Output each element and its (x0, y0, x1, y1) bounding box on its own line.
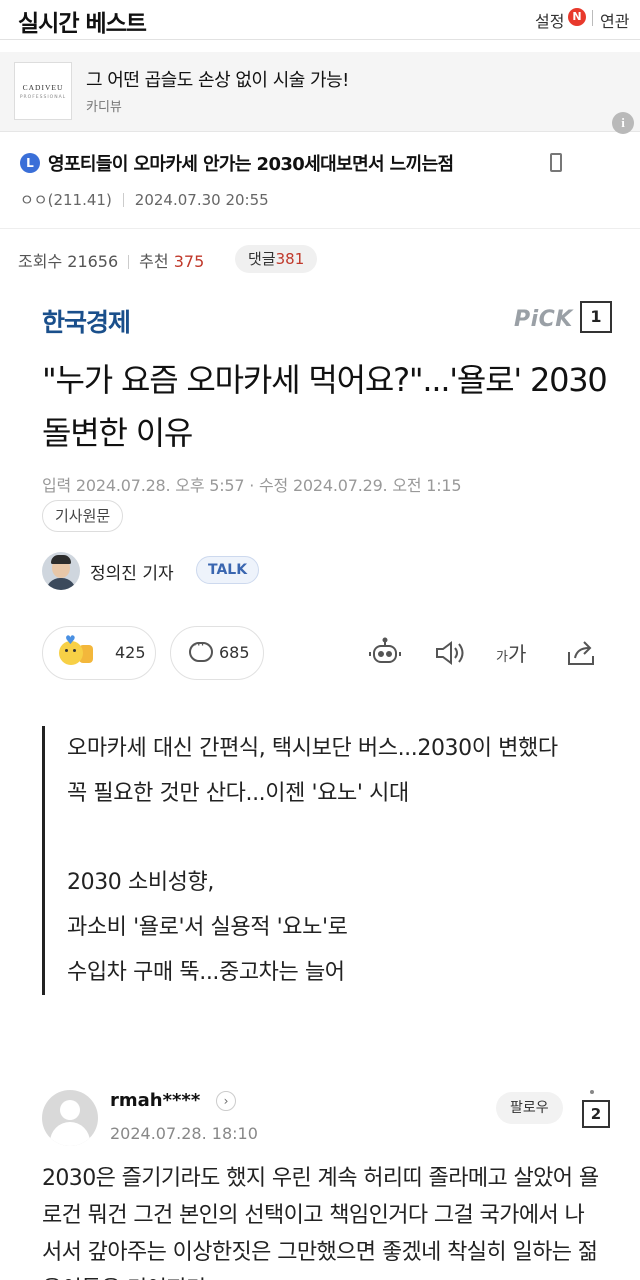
speech-bubble-icon (189, 638, 213, 662)
share-icon[interactable] (564, 636, 598, 670)
chevron-right-icon[interactable]: › (216, 1091, 236, 1111)
article-summary: 오마카세 대신 간편식, 택시보단 버스...2030이 변했다 꼭 필요한 것… (42, 726, 602, 995)
avatar-head (60, 1100, 80, 1120)
divider (122, 193, 124, 207)
article-comment-button[interactable]: 685 (170, 626, 264, 680)
reaction-count: 425 (115, 643, 146, 662)
ad-logo-text: CADIVEU (22, 83, 64, 92)
article-date: 입력 2024.07.28. 오후 5:57 · 수정 2024.07.29. … (42, 476, 462, 495)
post-meta: ㅇㅇ(211.41) 2024.07.30 20:55 (20, 189, 269, 210)
reporter-avatar[interactable] (42, 552, 80, 590)
avatar[interactable] (42, 1090, 98, 1146)
post-title: 영포티들이 오마카세 안가는 2030세대보면서 느끼는점 (48, 154, 454, 175)
avatar-body (50, 1122, 90, 1146)
font-size-button[interactable]: 가가 (496, 638, 530, 672)
comments-count: 381 (275, 250, 305, 268)
comments-button[interactable]: 댓글381 (235, 245, 318, 273)
top-bar: 실시간 베스트 설정 N 연관 (0, 0, 640, 40)
views-count: 21656 (67, 252, 119, 271)
ad-brand: 카디뷰 (86, 100, 122, 115)
divider (0, 228, 640, 229)
summary-line: 꼭 필요한 것만 산다...이젠 '요노' 시대 (67, 781, 409, 806)
post-stats: 조회수 21656 추천 375 (18, 248, 204, 272)
ad-headline[interactable]: 그 어떤 곱슬도 손상 없이 시술 가능! (86, 66, 349, 92)
robot-summary-icon[interactable] (368, 636, 402, 670)
avatar-suit (46, 578, 76, 590)
image-number-box: 2 (582, 1100, 610, 1128)
article-title: "누가 요즘 오마카세 먹어요?"...'욜로' 2030 돌변한 이유 (42, 361, 608, 452)
summary-gap (67, 816, 602, 860)
post-author[interactable]: ㅇㅇ(211.41) (20, 191, 112, 209)
ad-banner[interactable]: CADIVEU PROFESSIONAL 그 어떤 곱슬도 손상 없이 시술 가… (0, 52, 640, 134)
divider (592, 10, 593, 26)
summary-line: 오마카세 대신 간편식, 택시보단 버스...2030이 변했다 (67, 736, 558, 761)
recommend-label: 추천 (139, 252, 169, 271)
reporter-name[interactable]: 정의진 기자 (90, 559, 174, 584)
summary-line: 수입차 구매 뚝...중고차는 늘어 (67, 960, 345, 985)
pick-label: PiCK (514, 307, 573, 332)
comments-label: 댓글 (248, 250, 276, 268)
mobile-icon (550, 153, 562, 172)
comment-username[interactable]: rmah**** (110, 1090, 200, 1111)
ad-logo: CADIVEU PROFESSIONAL (14, 62, 72, 120)
views-label: 조회수 (18, 252, 63, 271)
follow-button[interactable]: 팔로우 (496, 1092, 563, 1124)
font-large-label: 가 (507, 642, 527, 666)
heart-icon: ♥ (65, 633, 76, 647)
talk-button[interactable]: TALK (196, 556, 260, 584)
comment-body: 2030은 즐기기라도 했지 우린 계속 허리띠 졸라메고 살았어 욜로건 뭐건… (42, 1166, 599, 1280)
info-icon[interactable]: i (612, 112, 634, 134)
image-number-box: 1 (580, 301, 612, 333)
related-link[interactable]: 연관 (600, 8, 629, 32)
avatar-hair (51, 555, 71, 564)
new-badge: N (568, 8, 586, 26)
press-logo[interactable]: 한국경제 (42, 303, 131, 339)
post-header: L 영포티들이 오마카세 안가는 2030세대보면서 느끼는점 (0, 145, 640, 185)
summary-line: 2030 소비성향, (67, 870, 214, 895)
divider (128, 255, 130, 269)
more-dot-icon[interactable] (590, 1090, 594, 1094)
summary-line: 과소비 '욜로'서 실용적 '요노'로 (67, 915, 348, 940)
speaker-icon[interactable] (432, 636, 466, 670)
reaction-button[interactable]: ♥ 425 (42, 626, 156, 680)
ad-logo-subtext: PROFESSIONAL (19, 95, 67, 100)
settings-link[interactable]: 설정 (535, 8, 564, 32)
page-title: 실시간 베스트 (18, 11, 147, 37)
recommend-count: 375 (173, 252, 205, 271)
comment-date: 2024.07.28. 18:10 (110, 1124, 258, 1143)
original-article-button[interactable]: 기사원문 (42, 500, 124, 532)
article-comment-count: 685 (219, 643, 250, 662)
post-badge: L (20, 153, 40, 173)
post-datetime: 2024.07.30 20:55 (134, 191, 269, 209)
font-small-label: 가 (496, 650, 508, 665)
